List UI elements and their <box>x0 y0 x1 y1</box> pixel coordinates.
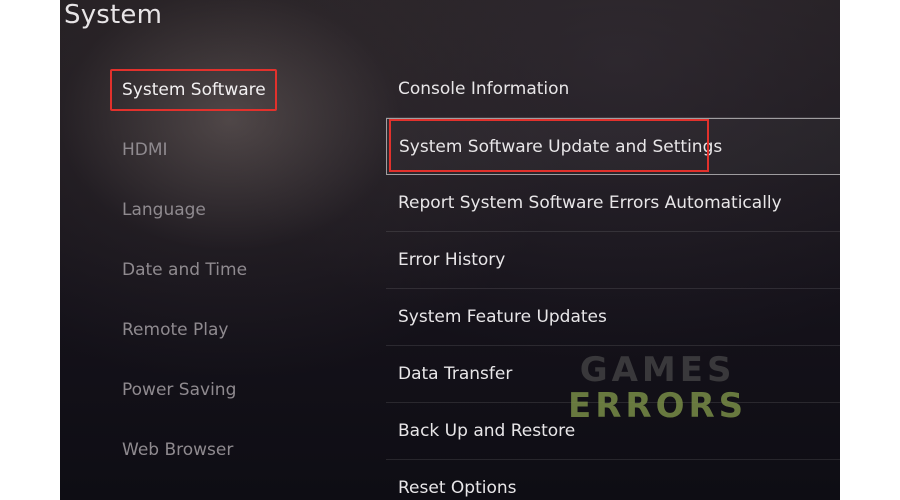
right-menu: Console Information System Software Upda… <box>386 61 840 500</box>
left-menu-item-label: Date and Time <box>122 260 248 280</box>
left-menu-item-date-and-time[interactable]: Date and Time <box>122 240 332 300</box>
menu-item-system-feature-updates[interactable]: System Feature Updates <box>386 289 840 346</box>
menu-item-report-errors[interactable]: Report System Software Errors Automatica… <box>386 175 840 232</box>
left-menu-item-web-browser[interactable]: Web Browser <box>122 420 332 480</box>
left-menu-item-label: Web Browser <box>122 440 234 460</box>
menu-item-label: Error History <box>398 250 506 270</box>
menu-item-label: Reset Options <box>398 478 517 498</box>
menu-item-label: Data Transfer <box>398 364 513 384</box>
menu-item-reset-options[interactable]: Reset Options <box>386 460 840 500</box>
left-menu-item-label: Language <box>122 200 206 220</box>
left-menu-item-label: Power Saving <box>122 380 237 400</box>
left-menu: System Software HDMI Language Date and T… <box>110 60 332 480</box>
menu-item-label: Report System Software Errors Automatica… <box>398 193 782 213</box>
left-menu-item-language[interactable]: Language <box>122 180 332 240</box>
menu-item-label: System Feature Updates <box>398 307 607 327</box>
system-settings-screen: System System Software HDMI Language Dat… <box>60 0 840 500</box>
page-title: System <box>64 0 163 30</box>
left-menu-item-label: Remote Play <box>122 320 229 340</box>
menu-item-system-software-update[interactable]: System Software Update and Settings <box>386 118 840 175</box>
menu-item-data-transfer[interactable]: Data Transfer <box>386 346 840 403</box>
left-menu-item-label: HDMI <box>122 140 168 160</box>
menu-item-label: System Software Update and Settings <box>399 137 723 157</box>
menu-item-error-history[interactable]: Error History <box>386 232 840 289</box>
left-menu-item-power-saving[interactable]: Power Saving <box>122 360 332 420</box>
left-menu-item-system-software[interactable]: System Software <box>110 60 332 120</box>
menu-item-console-information[interactable]: Console Information <box>386 61 840 118</box>
left-menu-item-label: System Software <box>110 69 277 111</box>
menu-item-label: Back Up and Restore <box>398 421 576 441</box>
left-menu-item-hdmi[interactable]: HDMI <box>122 120 332 180</box>
menu-item-label: Console Information <box>398 79 570 99</box>
left-menu-item-remote-play[interactable]: Remote Play <box>122 300 332 360</box>
menu-item-back-up-and-restore[interactable]: Back Up and Restore <box>386 403 840 460</box>
